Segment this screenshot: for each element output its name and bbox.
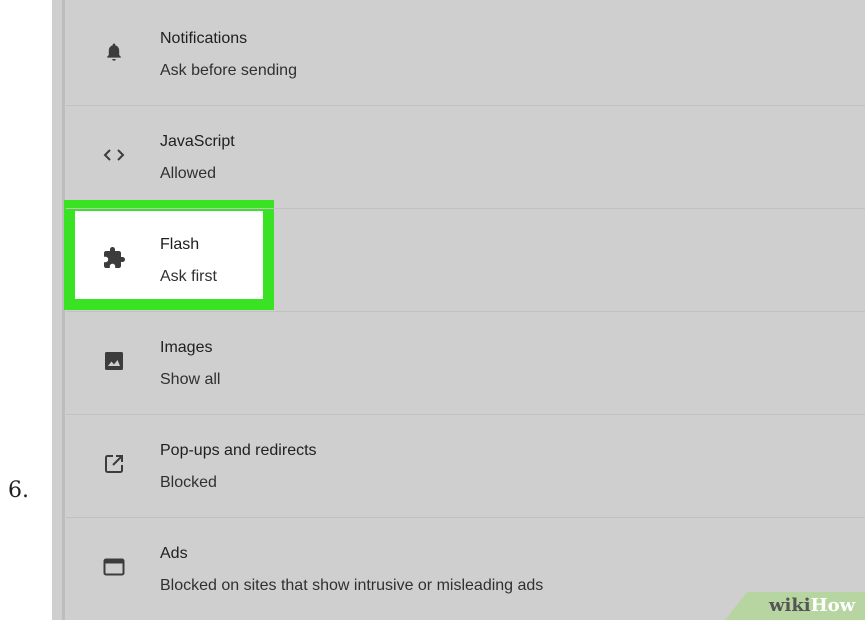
setting-subtitle: Allowed [160, 165, 217, 182]
setting-title: JavaScript [160, 133, 235, 150]
code-brackets-icon [102, 143, 126, 167]
setting-row-flash[interactable]: Flash Ask first [66, 208, 865, 312]
setting-title: Flash [160, 236, 200, 253]
browser-window-icon [102, 555, 126, 579]
step-number: 6. [8, 478, 29, 503]
setting-subtitle: Show all [160, 371, 221, 388]
browser-settings-screenshot: Notifications Ask before sending JavaScr… [52, 0, 865, 620]
setting-title: Notifications [160, 30, 248, 47]
setting-row-popups[interactable]: Pop-ups and redirects Blocked [66, 414, 865, 518]
setting-row-images[interactable]: Images Show all [66, 311, 865, 415]
setting-subtitle: Blocked [160, 474, 217, 491]
watermark-wiki: wiki [769, 595, 811, 616]
setting-row-notifications[interactable]: Notifications Ask before sending [66, 2, 865, 106]
setting-title: Ads [160, 545, 188, 562]
bell-icon [102, 40, 126, 64]
setting-row-javascript[interactable]: JavaScript Allowed [66, 105, 865, 209]
watermark-how: How [810, 595, 856, 616]
puzzle-piece-icon [102, 246, 126, 270]
open-in-new-icon [102, 452, 126, 476]
setting-subtitle: Blocked on sites that show intrusive or … [160, 577, 544, 594]
wikihow-watermark: wikiHow [725, 592, 865, 620]
setting-subtitle: Ask before sending [160, 62, 297, 79]
image-icon [102, 349, 126, 373]
settings-left-rail [62, 0, 65, 620]
setting-title: Pop-ups and redirects [160, 442, 317, 459]
setting-title: Images [160, 339, 213, 356]
setting-subtitle: Ask first [160, 268, 217, 285]
